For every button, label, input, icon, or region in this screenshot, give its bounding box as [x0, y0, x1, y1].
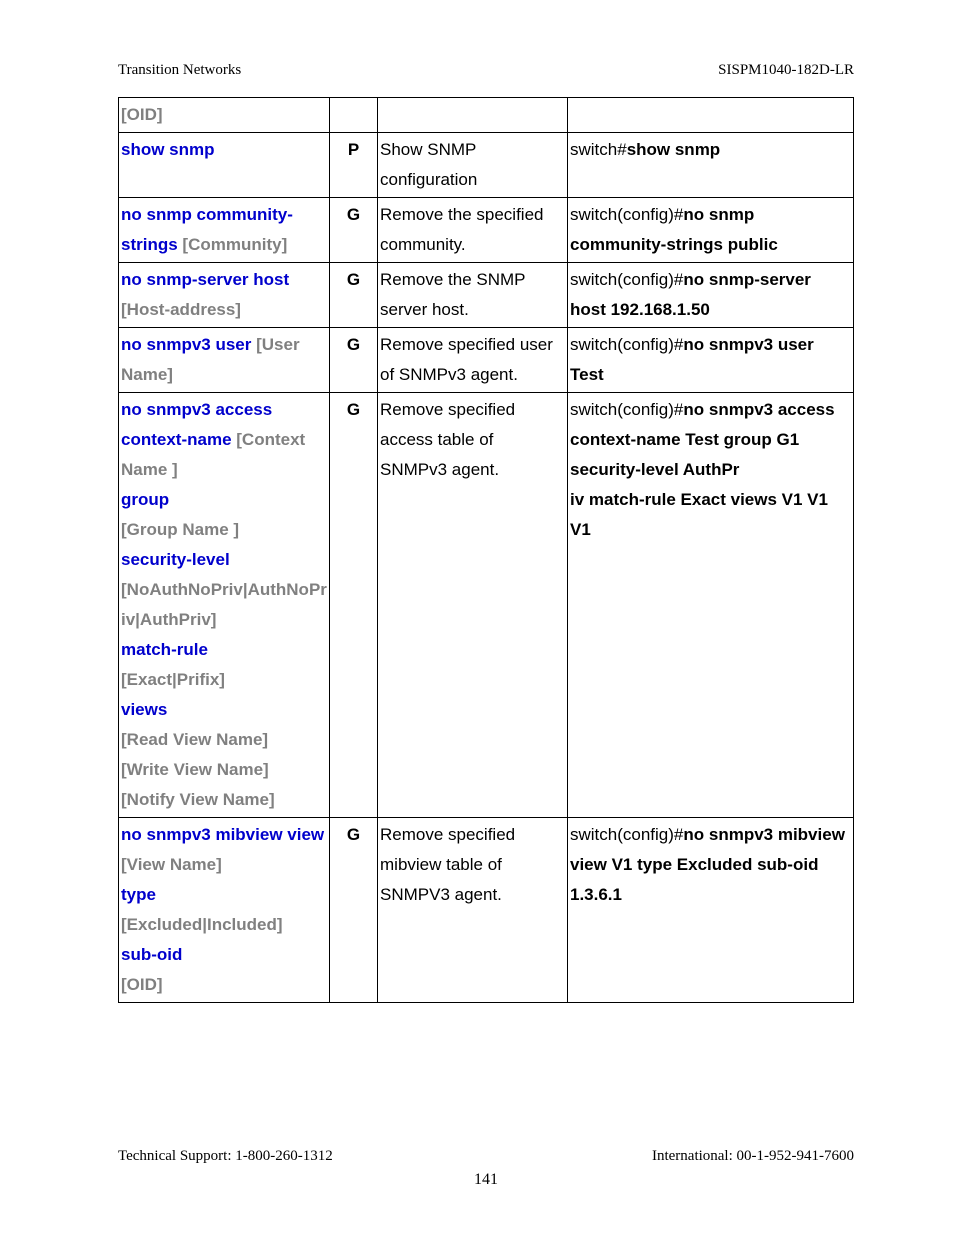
kw-show-snmp: show snmp [121, 140, 215, 159]
kw-security-level: security-level [121, 550, 230, 569]
command-cell: no snmpv3 access context-name [Context N… [119, 393, 330, 818]
prompt: switch(config)# [570, 205, 683, 224]
kw-match-rule: match-rule [121, 640, 208, 659]
kw-no-snmpv3-mibview-view: no snmpv3 mibview view [121, 825, 324, 844]
example-cell: switch#show snmp [568, 133, 854, 198]
mode-cell: G [330, 393, 378, 818]
command-cell: no snmpv3 mibview view [View Name] type … [119, 818, 330, 1003]
mode-cell: G [330, 818, 378, 1003]
footer-row: Technical Support: 1-800-260-1312 Intern… [118, 1148, 854, 1165]
example-cell: switch(config)#no snmpv3 user Test [568, 328, 854, 393]
param-community: [Community] [182, 235, 287, 254]
mode-cell: G [330, 198, 378, 263]
kw-type: type [121, 885, 156, 904]
command-table: [OID] show snmp P Show SNMP configuratio… [118, 97, 854, 1003]
prompt: switch# [570, 140, 627, 159]
mode-cell [330, 98, 378, 133]
param-security-level: [NoAuthNoPriv|AuthNoPriv|AuthPriv] [121, 580, 327, 629]
param-write-view: [Write View Name] [121, 760, 269, 779]
param-view-type: [Excluded|Included] [121, 915, 283, 934]
table-row: show snmp P Show SNMP configuration swit… [119, 133, 854, 198]
example-cmd: show snmp [627, 140, 721, 159]
kw-no-snmpv3-user: no snmpv3 user [121, 335, 256, 354]
kw-sub-oid: sub-oid [121, 945, 182, 964]
desc-cell: Remove the SNMP server host. [378, 263, 568, 328]
mode-cell: G [330, 263, 378, 328]
document-page: Transition Networks SISPM1040-182D-LR [O… [0, 0, 954, 1235]
example-cell: switch(config)#no snmp-server host 192.1… [568, 263, 854, 328]
param-oid: [OID] [121, 975, 163, 994]
table-row: no snmpv3 user [User Name] G Remove spec… [119, 328, 854, 393]
example-cell: switch(config)#no snmpv3 mibview view V1… [568, 818, 854, 1003]
command-cell: no snmp-server host [Host-address] [119, 263, 330, 328]
desc-cell: Remove the specified community. [378, 198, 568, 263]
prompt: switch(config)# [570, 270, 683, 289]
desc-cell [378, 98, 568, 133]
example-cell: switch(config)#no snmpv3 access context-… [568, 393, 854, 818]
desc-cell: Show SNMP configuration [378, 133, 568, 198]
command-cell: no snmpv3 user [User Name] [119, 328, 330, 393]
param-oid: [OID] [121, 105, 163, 124]
header-left: Transition Networks [118, 62, 241, 79]
footer-left: Technical Support: 1-800-260-1312 [118, 1148, 333, 1165]
prompt: switch(config)# [570, 335, 683, 354]
param-host-address: [Host-address] [121, 300, 241, 319]
page-footer: Technical Support: 1-800-260-1312 Intern… [118, 1148, 854, 1189]
table-row: no snmpv3 mibview view [View Name] type … [119, 818, 854, 1003]
desc-cell: Remove specified user of SNMPv3 agent. [378, 328, 568, 393]
prompt: switch(config)# [570, 400, 683, 419]
mode-cell: P [330, 133, 378, 198]
kw-no-snmp-server-host: no snmp-server host [121, 270, 289, 289]
example-cell [568, 98, 854, 133]
param-view-name: [View Name] [121, 855, 222, 874]
table-row: no snmp community-strings [Community] G … [119, 198, 854, 263]
desc-cell: Remove specified access table of SNMPv3 … [378, 393, 568, 818]
example-cell: switch(config)#no snmp community-strings… [568, 198, 854, 263]
example-cmd-cont: iv match-rule Exact views V1 V1 V1 [570, 490, 828, 539]
param-notify-view: [Notify View Name] [121, 790, 275, 809]
page-number: 141 [118, 1171, 854, 1189]
kw-views: views [121, 700, 167, 719]
desc-cell: Remove specified mibview table of SNMPV3… [378, 818, 568, 1003]
table-row: no snmpv3 access context-name [Context N… [119, 393, 854, 818]
kw-group: group [121, 490, 169, 509]
table-row: [OID] [119, 98, 854, 133]
command-cell: no snmp community-strings [Community] [119, 198, 330, 263]
command-cell: show snmp [119, 133, 330, 198]
command-cell: [OID] [119, 98, 330, 133]
prompt: switch(config)# [570, 825, 683, 844]
param-group-name: [Group Name ] [121, 520, 239, 539]
page-header: Transition Networks SISPM1040-182D-LR [118, 62, 854, 79]
table-row: no snmp-server host [Host-address] G Rem… [119, 263, 854, 328]
param-read-view: [Read View Name] [121, 730, 268, 749]
footer-right: International: 00-1-952-941-7600 [652, 1148, 854, 1165]
header-right: SISPM1040-182D-LR [718, 62, 854, 79]
mode-cell: G [330, 328, 378, 393]
param-match-rule: [Exact|Prifix] [121, 670, 225, 689]
